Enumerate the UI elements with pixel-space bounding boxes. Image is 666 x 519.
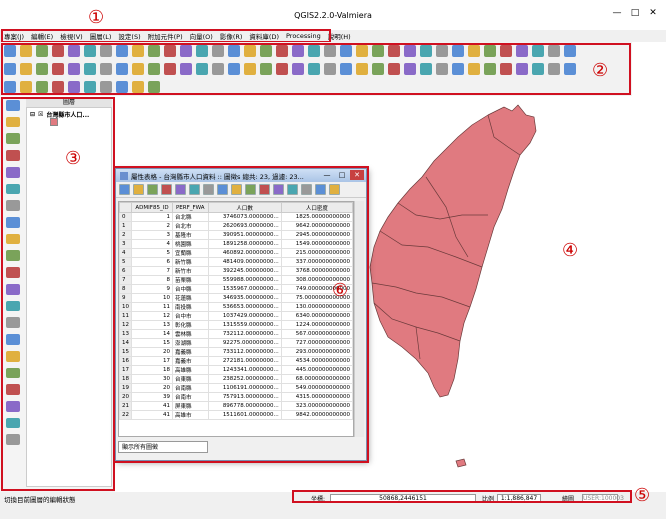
window-title: QGIS2.2.0-Valmiera [294,10,372,20]
maximize-button[interactable]: □ [626,6,644,20]
map-polygons [340,104,537,468]
annotation-box-toolbars [1,43,631,95]
annotation-box-attribute-table [113,166,369,463]
annotation-5: ⑤ [634,485,651,506]
minimize-button[interactable]: — [608,6,626,20]
annotation-4: ④ [562,240,579,261]
annotation-box-menu [1,29,331,43]
status-message: 切換目前圖層的編輯狀態 [4,496,76,504]
annotation-3: ③ [65,148,82,169]
close-button[interactable]: ✕ [644,6,662,20]
annotation-1: ① [88,7,105,28]
annotation-box-statusbar [292,490,632,503]
menu-help[interactable]: 說明(H) [328,31,351,41]
annotation-2: ② [592,60,609,81]
annotation-6: ⑥ [332,280,349,301]
annotation-box-panels [1,97,115,491]
green-island[interactable] [455,458,467,468]
